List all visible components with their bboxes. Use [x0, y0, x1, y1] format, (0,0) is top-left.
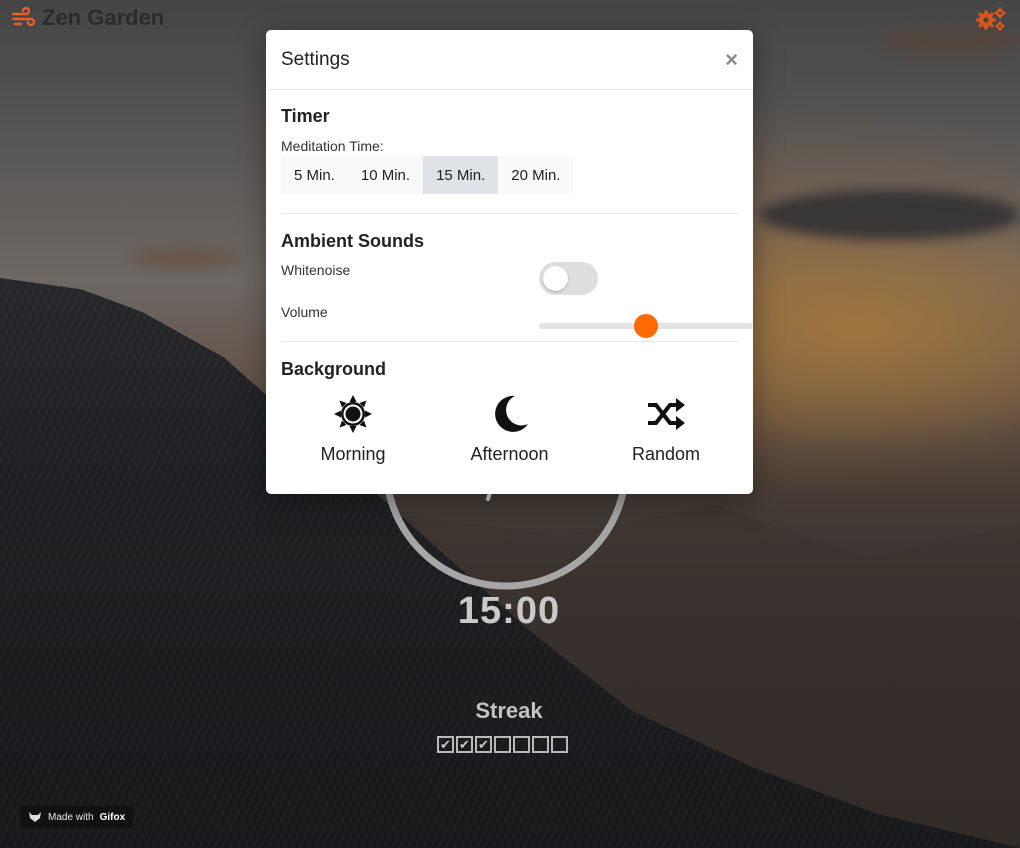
moon-icon	[494, 395, 528, 432]
streak-day-empty	[494, 736, 511, 753]
meditation-time-option[interactable]: 20 Min.	[498, 156, 574, 194]
background-option-random[interactable]: Random	[610, 394, 722, 465]
settings-modal: Settings × Timer Meditation Time: 5 Min.…	[266, 30, 753, 494]
background-option-morning[interactable]: Morning	[297, 394, 409, 465]
timer-section-title: Timer	[281, 106, 330, 126]
whitenoise-toggle[interactable]	[539, 262, 598, 295]
streak-day-empty	[513, 736, 530, 753]
watermark-name: Gifox	[99, 811, 126, 823]
meditation-time-option[interactable]: 10 Min.	[347, 156, 424, 194]
wind-icon	[12, 7, 36, 27]
timer-section: Timer Meditation Time: 5 Min. 10 Min. 15 M…	[281, 90, 738, 214]
timer-display: 15:00	[457, 590, 561, 632]
gears-icon	[976, 7, 1006, 31]
background-section: Background Morning Afternoon Random	[281, 342, 738, 465]
streak-label: Streak	[475, 698, 543, 723]
meditation-time-option[interactable]: 5 Min.	[281, 156, 348, 194]
streak-boxes: ✔ ✔ ✔	[437, 736, 568, 753]
volume-slider-thumb[interactable]	[634, 314, 658, 338]
background-option-label: Afternoon	[470, 444, 549, 464]
modal-header: Settings ×	[266, 30, 753, 90]
volume-label: Volume	[281, 304, 328, 320]
meditation-time-options: 5 Min. 10 Min. 15 Min. 20 Min.	[281, 156, 738, 194]
gifox-watermark: Made with Gifox	[20, 806, 134, 828]
streak-day-checked: ✔	[475, 736, 492, 753]
ambient-sounds-section: Ambient Sounds Whitenoise Volume	[281, 214, 753, 342]
app-title: Zen Garden	[42, 5, 165, 30]
brand[interactable]: Zen Garden	[12, 5, 164, 31]
watermark-prefix: Made with	[48, 811, 94, 823]
meditation-time-option[interactable]: 15 Min.	[423, 156, 499, 194]
streak-day-checked: ✔	[437, 736, 454, 753]
streak-day-checked: ✔	[456, 736, 473, 753]
toggle-knob	[543, 266, 568, 291]
volume-slider[interactable]	[539, 314, 753, 338]
background-options: Morning Afternoon Random	[281, 394, 738, 465]
close-button[interactable]: ×	[725, 48, 738, 71]
meditation-time-label: Meditation Time:	[281, 138, 384, 154]
sun-icon	[334, 395, 372, 433]
settings-button[interactable]	[974, 6, 1008, 32]
background-option-afternoon[interactable]: Afternoon	[454, 394, 566, 465]
streak-day-empty	[532, 736, 549, 753]
background-option-label: Random	[631, 444, 701, 464]
background-option-label: Morning	[320, 444, 386, 464]
background-title: Background	[281, 359, 387, 379]
shuffle-icon	[648, 398, 685, 430]
whitenoise-label: Whitenoise	[281, 262, 351, 278]
streak-day-empty	[551, 736, 568, 753]
ambient-sounds-title: Ambient Sounds	[281, 231, 424, 251]
modal-title: Settings	[281, 48, 350, 70]
fox-icon	[29, 812, 41, 822]
modal-body: Timer Meditation Time: 5 Min. 10 Min. 15 M…	[266, 90, 753, 465]
